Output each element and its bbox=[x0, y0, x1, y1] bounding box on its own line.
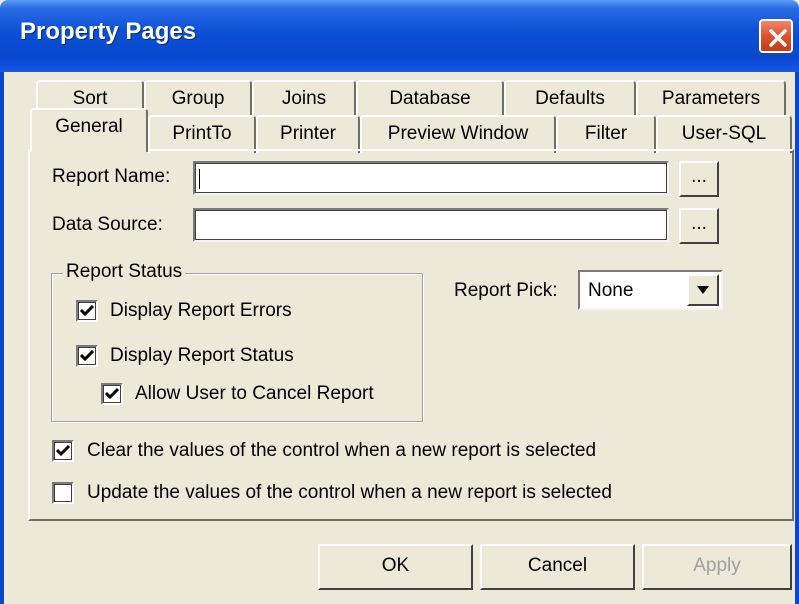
text-caret bbox=[199, 169, 200, 189]
report-name-input[interactable] bbox=[193, 161, 669, 195]
close-button[interactable] bbox=[759, 19, 793, 53]
dropdown-button[interactable] bbox=[687, 274, 719, 306]
tab-defaults[interactable]: Defaults bbox=[504, 80, 636, 118]
cancel-button[interactable]: Cancel bbox=[480, 544, 635, 590]
checkmark-icon bbox=[56, 444, 70, 457]
tab-printer[interactable]: Printer bbox=[256, 115, 360, 153]
checkmark-icon bbox=[80, 349, 94, 362]
tab-preview-window[interactable]: Preview Window bbox=[360, 115, 556, 153]
tab-database[interactable]: Database bbox=[356, 80, 504, 118]
report-name-browse-button[interactable]: ... bbox=[679, 161, 719, 197]
allow-cancel-report-checkbox[interactable] bbox=[101, 383, 123, 405]
display-report-errors-label[interactable]: Display Report Errors bbox=[110, 300, 292, 322]
tab-general[interactable]: General bbox=[30, 108, 148, 152]
close-icon bbox=[769, 29, 787, 47]
title-bar[interactable]: Property Pages bbox=[0, 0, 799, 72]
allow-cancel-report-label[interactable]: Allow User to Cancel Report bbox=[135, 383, 374, 405]
display-report-status-label[interactable]: Display Report Status bbox=[110, 345, 294, 367]
update-values-label[interactable]: Update the values of the control when a … bbox=[87, 482, 612, 504]
checkmark-icon bbox=[80, 304, 94, 317]
tab-user-sql[interactable]: User-SQL bbox=[656, 115, 792, 153]
update-values-checkbox[interactable] bbox=[52, 482, 74, 504]
display-report-errors-checkbox[interactable] bbox=[76, 300, 98, 322]
tab-filter[interactable]: Filter bbox=[556, 115, 656, 153]
tab-group[interactable]: Group bbox=[144, 80, 252, 118]
report-pick-label: Report Pick: bbox=[454, 280, 558, 301]
data-source-label: Data Source: bbox=[52, 214, 163, 235]
data-source-input[interactable] bbox=[193, 208, 669, 242]
checkmark-icon bbox=[105, 387, 119, 400]
chevron-down-icon bbox=[697, 286, 709, 294]
clear-values-label[interactable]: Clear the values of the control when a n… bbox=[87, 440, 596, 462]
clear-values-checkbox[interactable] bbox=[52, 440, 74, 462]
report-pick-value: None bbox=[588, 280, 634, 301]
report-pick-select[interactable]: None bbox=[578, 270, 723, 310]
tab-joins[interactable]: Joins bbox=[252, 80, 356, 118]
window-title: Property Pages bbox=[20, 18, 197, 45]
data-source-browse-button[interactable]: ... bbox=[679, 208, 719, 244]
ok-button[interactable]: OK bbox=[318, 544, 473, 590]
report-status-group-label: Report Status bbox=[63, 261, 186, 283]
apply-button[interactable]: Apply bbox=[642, 544, 792, 590]
report-name-label: Report Name: bbox=[52, 166, 171, 187]
display-report-status-checkbox[interactable] bbox=[76, 345, 98, 367]
tab-parameters[interactable]: Parameters bbox=[636, 80, 786, 118]
tab-printto[interactable]: PrintTo bbox=[148, 115, 256, 153]
